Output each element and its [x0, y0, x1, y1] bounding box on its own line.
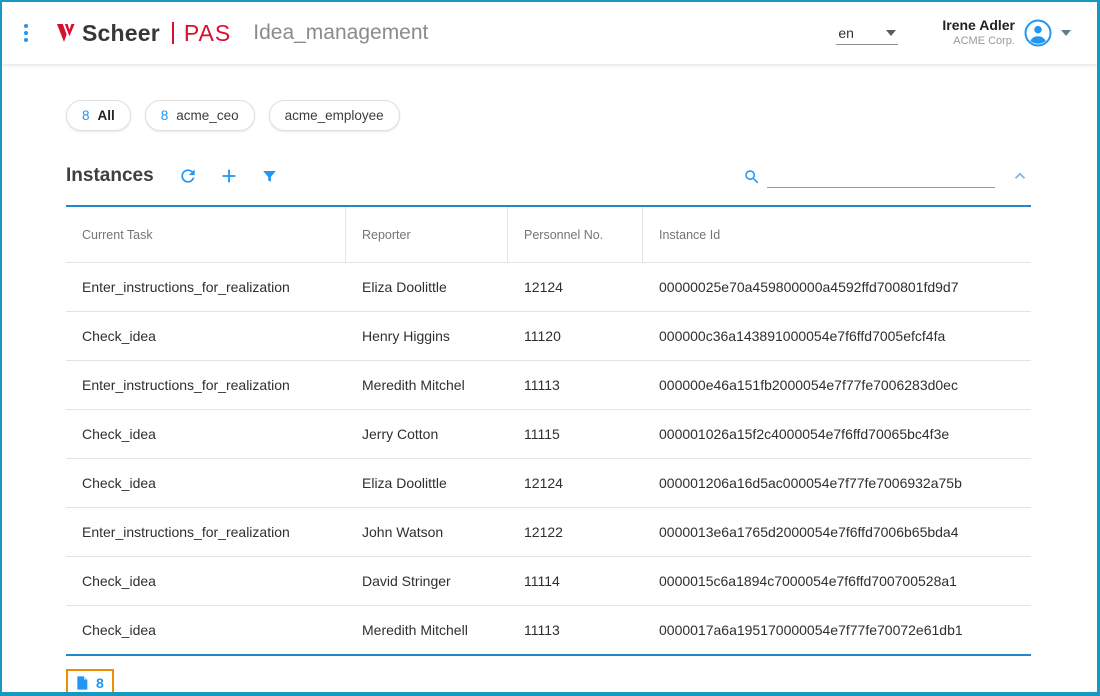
chip-count: 8 [161, 108, 169, 123]
table-row[interactable]: Enter_instructions_for_realization Mered… [66, 361, 1031, 410]
brand-suffix: PAS [184, 20, 231, 47]
cell-instance-id: 000000e46a151fb2000054e7f77fe7006283d0ec [643, 361, 1031, 409]
cell-current-task: Enter_instructions_for_realization [66, 508, 346, 556]
avatar-icon[interactable] [1023, 18, 1053, 48]
filter-chip-all[interactable]: 8 All [66, 100, 131, 131]
filter-chip-acme-ceo[interactable]: 8 acme_ceo [145, 100, 255, 131]
cell-current-task: Check_idea [66, 606, 346, 654]
filter-chip-bar: 8 All 8 acme_ceo acme_employee [66, 100, 1097, 131]
brand-divider [172, 22, 174, 44]
cell-personnel-no: 11113 [508, 606, 643, 654]
user-info: Irene Adler ACME Corp. [942, 17, 1015, 48]
search-icon [743, 168, 761, 186]
scheer-logo-mark [54, 21, 78, 45]
column-header-instance-id[interactable]: Instance Id [643, 207, 1031, 262]
cell-personnel-no: 11114 [508, 557, 643, 605]
cell-current-task: Enter_instructions_for_realization [66, 263, 346, 311]
table-footer: 8 [66, 669, 1097, 696]
cell-reporter: Meredith Mitchell [346, 606, 508, 654]
cell-current-task: Check_idea [66, 410, 346, 458]
cell-personnel-no: 11120 [508, 312, 643, 360]
app-header: Scheer PAS Idea_management en Irene Adle… [2, 2, 1097, 64]
chip-count: 8 [82, 108, 90, 123]
cell-personnel-no: 12122 [508, 508, 643, 556]
table-row[interactable]: Enter_instructions_for_realization Eliza… [66, 263, 1031, 312]
filter-funnel-icon [260, 167, 279, 186]
user-organization: ACME Corp. [942, 35, 1015, 49]
filter-chip-acme-employee[interactable]: acme_employee [269, 100, 400, 131]
kebab-menu-icon[interactable] [16, 18, 36, 48]
cell-reporter: Meredith Mitchel [346, 361, 508, 409]
add-instance-button[interactable] [216, 163, 242, 189]
refresh-button[interactable] [176, 164, 200, 188]
table-row[interactable]: Enter_instructions_for_realization John … [66, 508, 1031, 557]
user-menu[interactable]: Irene Adler ACME Corp. [942, 17, 1071, 48]
result-count: 8 [96, 675, 104, 691]
cell-personnel-no: 12124 [508, 459, 643, 507]
table-row[interactable]: Check_idea David Stringer 11114 0000015c… [66, 557, 1031, 606]
instances-toolbar: Instances [66, 163, 1031, 189]
table-row[interactable]: Check_idea Eliza Doolittle 12124 0000012… [66, 459, 1031, 508]
chip-label: acme_employee [285, 108, 384, 123]
brand-name: Scheer [82, 20, 160, 47]
user-name: Irene Adler [942, 17, 1015, 35]
brand-logo: Scheer PAS [54, 20, 231, 47]
chevron-down-icon [886, 30, 896, 36]
filter-button[interactable] [258, 165, 281, 188]
language-select-value: en [838, 25, 854, 41]
cell-reporter: John Watson [346, 508, 508, 556]
cell-current-task: Enter_instructions_for_realization [66, 361, 346, 409]
table-row[interactable]: Check_idea Jerry Cotton 11115 000001026a… [66, 410, 1031, 459]
chip-label: All [98, 108, 115, 123]
search-box [743, 164, 995, 188]
instances-table: Current Task Reporter Personnel No. Inst… [66, 205, 1031, 656]
cell-reporter: Eliza Doolittle [346, 263, 508, 311]
search-input[interactable] [767, 164, 995, 188]
page-icon [74, 674, 90, 692]
chip-label: acme_ceo [176, 108, 238, 123]
column-header-reporter[interactable]: Reporter [346, 207, 508, 262]
page-title: Idea_management [253, 21, 428, 45]
cell-instance-id: 000001206a16d5ac000054e7f77fe7006932a75b [643, 459, 1031, 507]
result-count-badge[interactable]: 8 [66, 669, 114, 696]
cell-current-task: Check_idea [66, 312, 346, 360]
cell-reporter: Jerry Cotton [346, 410, 508, 458]
cell-current-task: Check_idea [66, 557, 346, 605]
cell-reporter: Henry Higgins [346, 312, 508, 360]
table-header: Current Task Reporter Personnel No. Inst… [66, 207, 1031, 263]
collapse-panel-button[interactable] [1009, 165, 1031, 187]
column-header-current-task[interactable]: Current Task [66, 207, 346, 262]
column-header-personnel-no[interactable]: Personnel No. [508, 207, 643, 262]
cell-instance-id: 000000c36a143891000054e7f6ffd7005efcf4fa [643, 312, 1031, 360]
chevron-up-icon [1011, 167, 1029, 185]
table-row[interactable]: Check_idea Meredith Mitchell 11113 00000… [66, 606, 1031, 654]
cell-instance-id: 0000015c6a1894c7000054e7f6ffd700700528a1 [643, 557, 1031, 605]
cell-instance-id: 000001026a15f2c4000054e7f6ffd70065bc4f3e [643, 410, 1031, 458]
app-window: Scheer PAS Idea_management en Irene Adle… [0, 0, 1100, 696]
cell-instance-id: 0000013e6a1765d2000054e7f6ffd7006b65bda4 [643, 508, 1031, 556]
language-select[interactable]: en [836, 22, 898, 45]
cell-instance-id: 0000017a6a195170000054e7f77fe70072e61db1 [643, 606, 1031, 654]
table-row[interactable]: Check_idea Henry Higgins 11120 000000c36… [66, 312, 1031, 361]
cell-personnel-no: 12124 [508, 263, 643, 311]
cell-reporter: David Stringer [346, 557, 508, 605]
cell-current-task: Check_idea [66, 459, 346, 507]
refresh-icon [178, 166, 198, 186]
cell-reporter: Eliza Doolittle [346, 459, 508, 507]
cell-personnel-no: 11115 [508, 410, 643, 458]
section-title: Instances [66, 165, 154, 187]
user-menu-caret-icon[interactable] [1061, 30, 1071, 36]
cell-personnel-no: 11113 [508, 361, 643, 409]
cell-instance-id: 00000025e70a459800000a4592ffd700801fd9d7 [643, 263, 1031, 311]
plus-icon [218, 165, 240, 187]
